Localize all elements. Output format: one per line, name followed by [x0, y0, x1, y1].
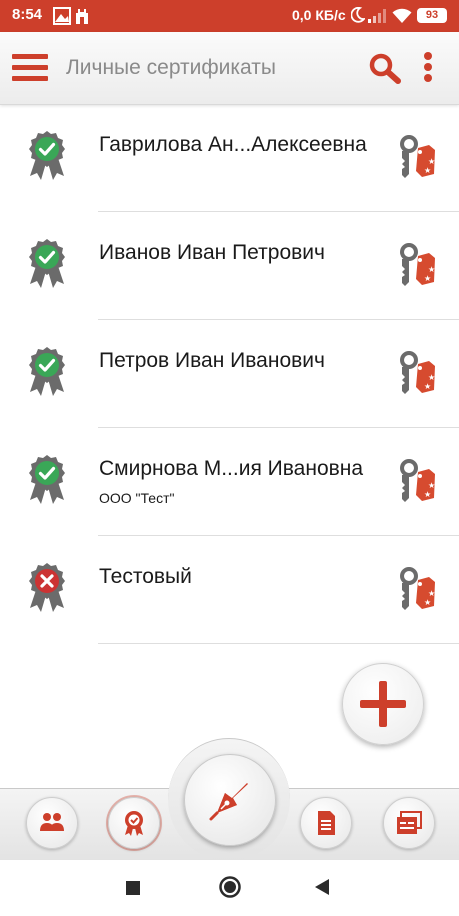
certificate-valid-icon: [26, 454, 68, 511]
search-icon[interactable]: [368, 52, 402, 89]
home-icon[interactable]: [218, 875, 242, 904]
certificate-item[interactable]: Смирнова М...ия Ивановна ООО "Тест" ★ ★: [0, 428, 459, 536]
sign-button[interactable]: [184, 754, 276, 846]
private-key-icon: ★ ★: [398, 458, 438, 511]
nav-contacts-button[interactable]: [26, 797, 78, 849]
more-vert-icon[interactable]: [420, 52, 436, 84]
wifi-icon: [392, 8, 412, 29]
certificate-invalid-icon: [26, 562, 68, 619]
svg-text:★: ★: [428, 481, 435, 490]
certificate-item[interactable]: Петров Иван Иванович ★ ★: [0, 320, 459, 428]
documents-icon: [318, 811, 335, 835]
battery-indicator: 93: [417, 8, 447, 23]
svg-text:★: ★: [424, 598, 431, 607]
certificate-item[interactable]: Иванов Иван Петрович ★ ★: [0, 212, 459, 320]
certificate-list: Гаврилова Ан...Алексеевна ★ ★ Иванов Ива…: [0, 104, 459, 644]
app-bar: Личные сертификаты: [0, 32, 459, 105]
certificate-valid-icon: [26, 130, 68, 187]
svg-text:★: ★: [428, 589, 435, 598]
settings-window-icon: [397, 811, 422, 834]
add-certificate-button[interactable]: [342, 663, 424, 745]
image-notification-icon: [53, 7, 71, 30]
contacts-icon: [40, 813, 64, 831]
certificates-icon: [125, 811, 143, 836]
nav-settings-window-button[interactable]: [383, 797, 435, 849]
certificate-valid-icon: [26, 238, 68, 295]
castle-notification-icon: [75, 7, 89, 30]
signal-icon: [368, 9, 386, 28]
svg-text:★: ★: [424, 274, 431, 283]
private-key-icon: ★ ★: [398, 566, 438, 619]
menu-icon[interactable]: [12, 54, 48, 82]
certificate-valid-icon: [26, 346, 68, 403]
status-bar: 8:54 0,0 КБ/с 93: [0, 0, 459, 32]
certificate-organization: ООО "Тест": [99, 490, 175, 506]
private-key-icon: ★ ★: [398, 350, 438, 403]
certificate-name: Гаврилова Ан...Алексеевна: [99, 133, 367, 156]
svg-text:★: ★: [424, 382, 431, 391]
nav-certificates-button[interactable]: [108, 797, 160, 849]
page-title: Личные сертификаты: [66, 56, 276, 79]
recents-icon[interactable]: [124, 879, 142, 902]
network-speed: 0,0 КБ/с: [292, 7, 346, 23]
svg-text:★: ★: [428, 373, 435, 382]
nav-documents-button[interactable]: [300, 797, 352, 849]
svg-text:★: ★: [428, 157, 435, 166]
certificate-name: Иванов Иван Петрович: [99, 241, 325, 264]
svg-text:★: ★: [428, 265, 435, 274]
certificate-name: Смирнова М...ия Ивановна: [99, 457, 364, 480]
certificate-item[interactable]: Тестовый ★ ★: [0, 536, 459, 644]
moon-icon: [350, 6, 366, 28]
svg-text:★: ★: [424, 490, 431, 499]
back-icon[interactable]: [313, 877, 331, 902]
system-navigation-bar: [0, 860, 459, 916]
status-time: 8:54: [12, 6, 43, 23]
certificate-name: Петров Иван Иванович: [99, 349, 325, 372]
certificate-name: Тестовый: [99, 565, 192, 588]
certificate-item[interactable]: Гаврилова Ан...Алексеевна ★ ★: [0, 104, 459, 212]
private-key-icon: ★ ★: [398, 242, 438, 295]
private-key-icon: ★ ★: [398, 134, 438, 187]
sign-pen-icon: [209, 783, 248, 821]
svg-text:★: ★: [424, 166, 431, 175]
